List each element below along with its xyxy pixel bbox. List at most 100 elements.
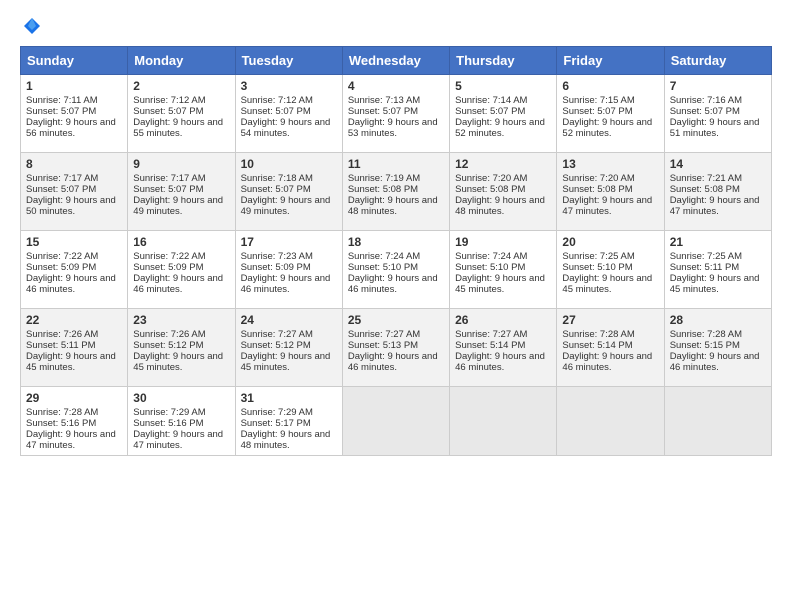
daylight-text: Daylight: 9 hours and 47 minutes. [26,429,116,451]
logo-icon [22,16,42,36]
sunset-text: Sunset: 5:07 PM [241,184,311,195]
table-row: 26Sunrise: 7:27 AMSunset: 5:14 PMDayligh… [450,309,557,387]
sunset-text: Sunset: 5:14 PM [455,340,525,351]
table-row [342,387,449,456]
sunset-text: Sunset: 5:16 PM [133,418,203,429]
day-number: 24 [241,313,337,327]
table-row: 16Sunrise: 7:22 AMSunset: 5:09 PMDayligh… [128,231,235,309]
day-number: 11 [348,157,444,171]
daylight-text: Daylight: 9 hours and 45 minutes. [562,273,652,295]
sunset-text: Sunset: 5:07 PM [562,106,632,117]
table-row: 4Sunrise: 7:13 AMSunset: 5:07 PMDaylight… [342,75,449,153]
daylight-text: Daylight: 9 hours and 49 minutes. [133,195,223,217]
sunrise-text: Sunrise: 7:12 AM [241,95,313,106]
day-number: 20 [562,235,658,249]
sunrise-text: Sunrise: 7:28 AM [26,407,98,418]
daylight-text: Daylight: 9 hours and 46 minutes. [241,273,331,295]
sunrise-text: Sunrise: 7:12 AM [133,95,205,106]
day-number: 14 [670,157,766,171]
day-number: 10 [241,157,337,171]
sunrise-text: Sunrise: 7:29 AM [133,407,205,418]
table-row: 8Sunrise: 7:17 AMSunset: 5:07 PMDaylight… [21,153,128,231]
sunrise-text: Sunrise: 7:17 AM [133,173,205,184]
day-number: 18 [348,235,444,249]
sunrise-text: Sunrise: 7:29 AM [241,407,313,418]
sunset-text: Sunset: 5:17 PM [241,418,311,429]
daylight-text: Daylight: 9 hours and 46 minutes. [670,351,760,373]
table-row: 11Sunrise: 7:19 AMSunset: 5:08 PMDayligh… [342,153,449,231]
table-row: 1Sunrise: 7:11 AMSunset: 5:07 PMDaylight… [21,75,128,153]
daylight-text: Daylight: 9 hours and 48 minutes. [241,429,331,451]
sunset-text: Sunset: 5:08 PM [670,184,740,195]
sunset-text: Sunset: 5:07 PM [133,184,203,195]
day-number: 15 [26,235,122,249]
sunrise-text: Sunrise: 7:20 AM [455,173,527,184]
table-row: 13Sunrise: 7:20 AMSunset: 5:08 PMDayligh… [557,153,664,231]
day-number: 2 [133,79,229,93]
daylight-text: Daylight: 9 hours and 48 minutes. [455,195,545,217]
sunset-text: Sunset: 5:15 PM [670,340,740,351]
table-row: 19Sunrise: 7:24 AMSunset: 5:10 PMDayligh… [450,231,557,309]
sunset-text: Sunset: 5:07 PM [241,106,311,117]
daylight-text: Daylight: 9 hours and 46 minutes. [348,351,438,373]
sunrise-text: Sunrise: 7:11 AM [26,95,98,106]
sunrise-text: Sunrise: 7:26 AM [26,329,98,340]
col-friday: Friday [557,47,664,75]
table-row: 28Sunrise: 7:28 AMSunset: 5:15 PMDayligh… [664,309,771,387]
daylight-text: Daylight: 9 hours and 47 minutes. [670,195,760,217]
sunset-text: Sunset: 5:13 PM [348,340,418,351]
sunrise-text: Sunrise: 7:21 AM [670,173,742,184]
day-number: 13 [562,157,658,171]
table-row: 21Sunrise: 7:25 AMSunset: 5:11 PMDayligh… [664,231,771,309]
day-number: 12 [455,157,551,171]
daylight-text: Daylight: 9 hours and 49 minutes. [241,195,331,217]
sunset-text: Sunset: 5:09 PM [26,262,96,273]
day-number: 23 [133,313,229,327]
table-row [664,387,771,456]
day-number: 9 [133,157,229,171]
col-saturday: Saturday [664,47,771,75]
sunrise-text: Sunrise: 7:27 AM [241,329,313,340]
table-row: 30Sunrise: 7:29 AMSunset: 5:16 PMDayligh… [128,387,235,456]
daylight-text: Daylight: 9 hours and 46 minutes. [562,351,652,373]
day-number: 26 [455,313,551,327]
sunset-text: Sunset: 5:10 PM [455,262,525,273]
daylight-text: Daylight: 9 hours and 45 minutes. [670,273,760,295]
table-row: 2Sunrise: 7:12 AMSunset: 5:07 PMDaylight… [128,75,235,153]
table-row [450,387,557,456]
sunset-text: Sunset: 5:14 PM [562,340,632,351]
sunset-text: Sunset: 5:07 PM [133,106,203,117]
sunset-text: Sunset: 5:07 PM [26,184,96,195]
table-row: 15Sunrise: 7:22 AMSunset: 5:09 PMDayligh… [21,231,128,309]
day-number: 5 [455,79,551,93]
sunset-text: Sunset: 5:08 PM [562,184,632,195]
col-thursday: Thursday [450,47,557,75]
sunset-text: Sunset: 5:07 PM [26,106,96,117]
sunset-text: Sunset: 5:10 PM [348,262,418,273]
daylight-text: Daylight: 9 hours and 52 minutes. [562,117,652,139]
daylight-text: Daylight: 9 hours and 47 minutes. [562,195,652,217]
sunrise-text: Sunrise: 7:24 AM [348,251,420,262]
sunrise-text: Sunrise: 7:24 AM [455,251,527,262]
table-row: 24 Sunrise: 7:27 AMSunset: 5:12 PMDayligh… [235,309,342,387]
day-number: 3 [241,79,337,93]
sunrise-text: Sunrise: 7:17 AM [26,173,98,184]
daylight-text: Daylight: 9 hours and 50 minutes. [26,195,116,217]
sunrise-text: Sunrise: 7:16 AM [670,95,742,106]
sunrise-text: Sunrise: 7:14 AM [455,95,527,106]
day-number: 7 [670,79,766,93]
daylight-text: Daylight: 9 hours and 45 minutes. [26,351,116,373]
table-row: 12Sunrise: 7:20 AMSunset: 5:08 PMDayligh… [450,153,557,231]
day-number: 16 [133,235,229,249]
table-row: 18Sunrise: 7:24 AMSunset: 5:10 PMDayligh… [342,231,449,309]
page-header [20,16,772,36]
daylight-text: Daylight: 9 hours and 53 minutes. [348,117,438,139]
day-number: 21 [670,235,766,249]
day-number: 28 [670,313,766,327]
sunrise-text: Sunrise: 7:22 AM [133,251,205,262]
sunset-text: Sunset: 5:12 PM [241,340,311,351]
sunset-text: Sunset: 5:11 PM [670,262,740,273]
daylight-text: Daylight: 9 hours and 46 minutes. [26,273,116,295]
daylight-text: Daylight: 9 hours and 45 minutes. [241,351,331,373]
sunset-text: Sunset: 5:16 PM [26,418,96,429]
